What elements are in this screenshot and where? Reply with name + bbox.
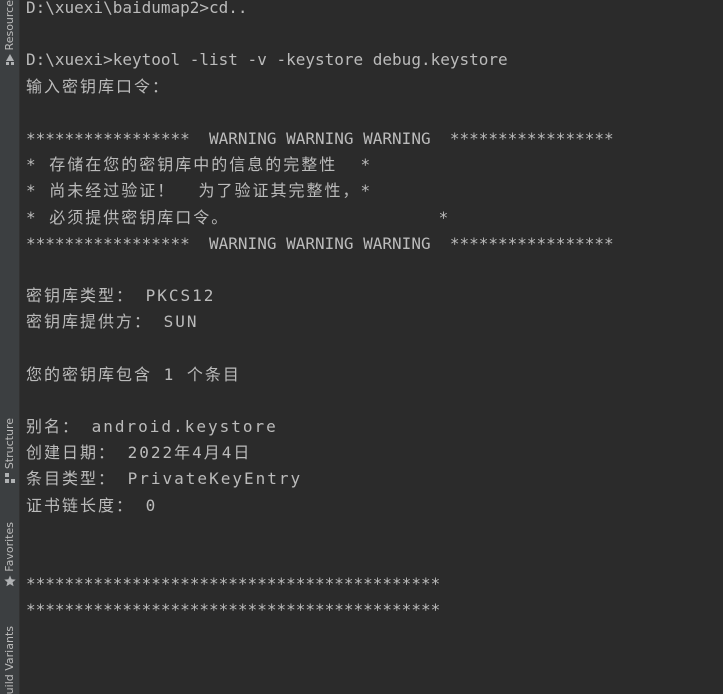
creation-date-line: 创建日期： 2022年4月4日: [26, 443, 252, 463]
resource-manager-tab-label: Resource: [3, 0, 16, 51]
structure-icon: [4, 472, 16, 484]
warning-banner-line: ***************** WARNING WARNING WARNIN…: [26, 233, 614, 253]
favorites-tab-label: Favorites: [3, 522, 16, 572]
warning-message-line: * 尚未经过验证！ 为了验证其完整性，*: [26, 181, 373, 201]
cert-chain-length-line: 证书链长度： 0: [26, 495, 158, 515]
entry-type-line: 条目类型： PrivateKeyEntry: [26, 469, 303, 489]
terminal-output[interactable]: D:\xuexi\baidumap2>cd.. D:\xuexi>keytool…: [20, 0, 723, 694]
entry-count-line: 您的密钥库包含 1 个条目: [26, 364, 241, 384]
terminal-line: D:\xuexi\baidumap2>cd..: [26, 0, 248, 17]
warning-message-line: * 存储在您的密钥库中的信息的完整性 *: [26, 155, 373, 175]
star-icon: [3, 575, 16, 587]
warning-banner-line: ***************** WARNING WARNING WARNIN…: [26, 128, 614, 148]
build-variants-tab-label: Build Variants: [3, 626, 16, 694]
structure-tab[interactable]: Structure: [0, 418, 19, 484]
separator-line: ****************************************…: [26, 574, 441, 594]
warning-message-line: * 必须提供密钥库口令。 *: [26, 207, 451, 227]
left-tool-strip: Resource Structure Favorites Build Varia…: [0, 0, 20, 694]
favorites-tab[interactable]: Favorites: [0, 522, 19, 587]
separator-line: ****************************************…: [26, 600, 441, 620]
structure-tab-label: Structure: [3, 418, 16, 470]
resource-manager-icon: [4, 53, 16, 66]
resource-manager-tab[interactable]: Resource: [0, 0, 19, 66]
alias-line: 别名： android.keystore: [26, 417, 278, 436]
keystore-type-line: 密钥库类型： PKCS12: [26, 286, 216, 306]
ide-window: Resource Structure Favorites Build Varia…: [0, 0, 723, 694]
terminal-line: D:\xuexi>keytool -list -v -keystore debu…: [26, 50, 508, 70]
build-variants-tab[interactable]: Build Variants: [0, 626, 19, 694]
terminal-line: 输入密钥库口令：: [26, 76, 171, 96]
keystore-provider-line: 密钥库提供方： SUN: [26, 312, 199, 332]
